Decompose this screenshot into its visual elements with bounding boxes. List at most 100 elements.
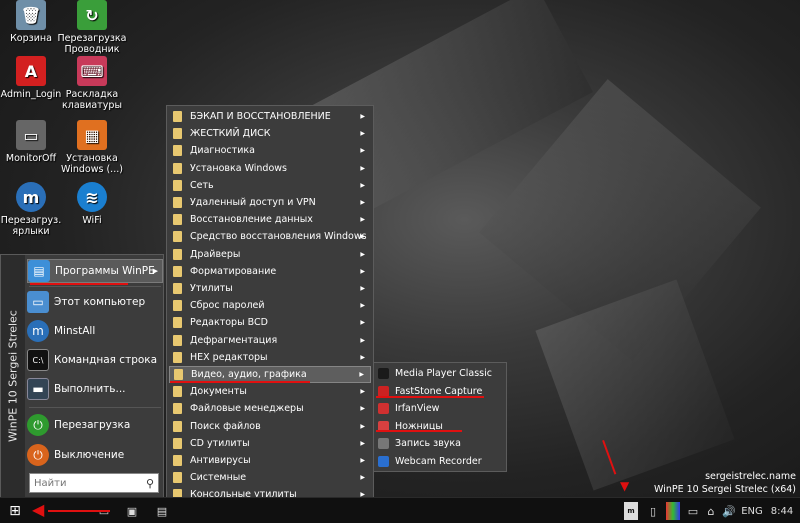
irfanview-icon	[378, 403, 389, 414]
tray-ethernet-icon[interactable]: ⌂	[704, 502, 718, 520]
folder-icon	[173, 128, 182, 140]
folder-icon	[173, 420, 182, 432]
red-underline	[48, 510, 110, 512]
programs-menu-item[interactable]: Дефрагментация ▶	[169, 332, 371, 349]
folder-icon	[174, 369, 183, 380]
programs-menu-item[interactable]: Утилиты ▶	[169, 280, 371, 297]
folder-icon	[173, 283, 182, 294]
programs-menu-item[interactable]: Редакторы BCD ▶	[169, 314, 371, 331]
media-menu-label: IrfanView	[395, 403, 440, 414]
programs-menu-item[interactable]: Сеть ▶	[169, 177, 371, 194]
folder-icon	[173, 214, 182, 226]
start-button-windows-icon[interactable]: ⊞	[6, 502, 24, 520]
chevron-right-icon: ▶	[360, 113, 365, 120]
folder-icon	[173, 351, 182, 363]
folder-icon	[173, 162, 182, 174]
programs-menu-item[interactable]: Поиск файлов ▶	[169, 418, 371, 435]
tray-display-icon[interactable]: ▭	[686, 502, 700, 520]
search-input[interactable]	[34, 477, 134, 489]
chevron-right-icon: ▶	[360, 233, 365, 241]
chevron-right-icon: ▶	[360, 130, 365, 138]
programs-menu-item[interactable]: Форматирование ▶	[169, 263, 371, 280]
red-underline	[30, 283, 128, 285]
chevron-right-icon: ▶	[360, 319, 365, 327]
start-item-restart[interactable]: ⏻ Перезагрузка	[27, 413, 163, 437]
start-menu: WinPE 10 Sergei Strelec ▤ Программы WinP…	[0, 254, 164, 497]
start-item-programs[interactable]: ▤ Программы WinPE ▶	[27, 259, 163, 283]
desktop-icon-install-windows[interactable]: ▦ Установка Windows (...)	[57, 120, 127, 175]
computer-icon: ▭	[27, 291, 49, 313]
taskbar-monitor-icon[interactable]: ▣	[124, 502, 140, 520]
desktop-icon-restart-explorer[interactable]: ↻ Перезагрузка Проводник	[57, 0, 127, 55]
programs-menu-label: ЖЕСТКИЙ ДИСК	[190, 128, 271, 140]
programs-menu-label: Поиск файлов	[190, 420, 261, 432]
red-underline	[170, 381, 310, 383]
folder-icon	[173, 317, 182, 329]
chevron-right-icon: ▶	[360, 181, 365, 189]
programs-menu-label: Утилиты	[190, 283, 233, 294]
power-green-icon: ⏻	[27, 414, 49, 436]
programs-menu-item[interactable]: ЖЕСТКИЙ ДИСК ▶	[169, 125, 371, 142]
folder-icon	[173, 403, 182, 415]
taskbar-app-icon[interactable]: ▤	[154, 502, 170, 520]
programs-menu-item[interactable]: БЭКАП И ВОССТАНОВЛЕНИЕ ▶	[169, 108, 371, 125]
start-item-run[interactable]: ▬ Выполнить...	[27, 377, 163, 401]
chevron-right-icon: ▶	[360, 474, 365, 482]
divider	[29, 286, 161, 287]
tray-color-icon[interactable]	[666, 502, 680, 520]
programs-menu-item[interactable]: Системные ▶	[169, 469, 371, 486]
chevron-right-icon: ▶	[360, 457, 365, 464]
tray-clock[interactable]: 8:44	[770, 502, 794, 520]
programs-menu-label: CD утилиты	[190, 437, 250, 449]
programs-menu-item[interactable]: HEX редакторы ▶	[169, 349, 371, 366]
red-arrow-left-icon: ◀	[32, 500, 45, 519]
mpc-icon	[378, 368, 389, 379]
divider	[29, 407, 161, 408]
tray-volume-icon[interactable]: 🔊	[722, 502, 736, 520]
microphone-icon	[378, 438, 389, 449]
start-item-this-pc[interactable]: ▭ Этот компьютер	[27, 290, 163, 314]
programs-menu-item[interactable]: Файловые менеджеры ▶	[169, 400, 371, 417]
start-item-cmd[interactable]: C:\ Командная строка	[27, 348, 163, 372]
programs-menu-label: HEX редакторы	[190, 351, 268, 363]
red-underline	[376, 396, 484, 398]
m-logo-icon: m	[16, 182, 46, 212]
programs-menu-item[interactable]: Сброс паролей ▶	[169, 297, 371, 314]
programs-menu-item[interactable]: Диагностика ▶	[169, 142, 371, 159]
chevron-right-icon: ▶	[360, 199, 365, 206]
media-menu-item[interactable]: Запись звука	[376, 435, 504, 452]
media-menu-item[interactable]: Webcam Recorder	[376, 453, 504, 470]
programs-menu-label: Редакторы BCD	[190, 317, 268, 329]
media-menu-label: Запись звука	[395, 438, 461, 449]
programs-menu-label: Сеть	[190, 179, 214, 191]
desktop-icon-keyboard[interactable]: ⌨ Раскладка клавиатуры	[57, 56, 127, 111]
chevron-right-icon: ▶	[360, 422, 365, 430]
programs-menu-label: Диагностика	[190, 145, 255, 157]
programs-menu-label: Файловые менеджеры	[190, 403, 304, 415]
programs-menu-item[interactable]: CD утилиты ▶	[169, 435, 371, 452]
search-icon[interactable]: ⚲	[146, 477, 154, 490]
start-search[interactable]: ⚲	[29, 473, 159, 493]
folder-icon	[173, 334, 182, 346]
media-menu-item[interactable]: Media Player Classic	[376, 365, 504, 382]
start-item-shutdown[interactable]: ⏻ Выключение	[27, 443, 163, 467]
programs-menu-item[interactable]: Установка Windows ▶	[169, 160, 371, 177]
programs-menu-item[interactable]: Драйверы ▶	[169, 246, 371, 263]
desktop-icon-wifi[interactable]: ≋ WiFi	[57, 182, 127, 226]
folder-icon	[173, 437, 182, 449]
chevron-right-icon: ▶	[360, 405, 365, 413]
start-item-minstall[interactable]: m MinstAll	[27, 319, 163, 343]
tray-language[interactable]: ENG	[740, 502, 764, 520]
programs-menu-item[interactable]: Восстановление данных ▶	[169, 211, 371, 228]
programs-menu-item[interactable]: Документы ▶	[169, 383, 371, 400]
programs-menu-item[interactable]: Средство восстановления Windows ▶	[169, 228, 371, 245]
programs-menu-label: Форматирование	[190, 265, 277, 277]
folder-icon	[173, 386, 182, 398]
tray-minstall-icon[interactable]: m	[624, 502, 638, 520]
programs-menu-item[interactable]: Антивирусы ▶	[169, 452, 371, 469]
media-menu-item[interactable]: IrfanView	[376, 400, 504, 417]
programs-menu-item[interactable]: Удаленный доступ и VPN ▶	[169, 194, 371, 211]
programs-submenu: БЭКАП И ВОССТАНОВЛЕНИЕ ▶ ЖЕСТКИЙ ДИСК ▶ Диаг…	[166, 105, 374, 520]
taskbar: ⊞ ▭ ▣ ▤ m ▯ ▭ ⌂ 🔊 ENG 8:44	[0, 497, 800, 523]
tray-network-icon[interactable]: ▯	[646, 502, 660, 520]
